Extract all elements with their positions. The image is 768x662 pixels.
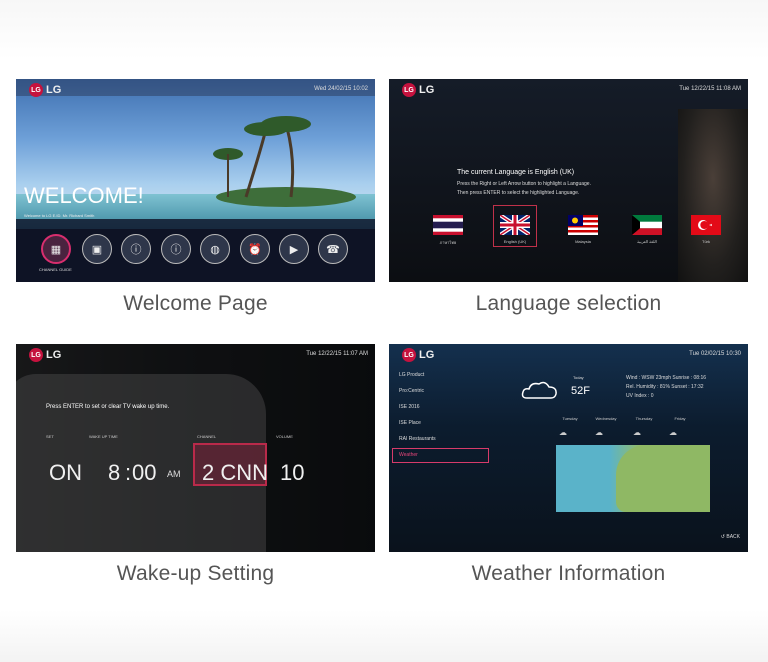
flag-thailand[interactable] — [433, 215, 463, 235]
flag-label-english: English (UK) — [503, 239, 527, 244]
forecast-day-2: Wednesday — [595, 416, 617, 421]
lg-logo-icon: LG — [402, 83, 416, 97]
flag-label-thai: ภาษาไทย — [439, 240, 457, 245]
humidity-sunset: Rel. Humidity : 81% Sunset : 17:32 — [626, 384, 704, 390]
minute-value[interactable]: 00 — [132, 460, 156, 486]
globe-icon: ◍ — [210, 243, 220, 256]
cloudy-weather-icon — [521, 381, 557, 399]
island-illustration — [213, 116, 356, 207]
media-icon: ▶ — [289, 243, 299, 256]
forecast-day-4: Friday — [674, 416, 686, 421]
flag-label-arabic: اللغة العربية — [637, 239, 657, 244]
forecast-cloud-icon-1: ☁ — [559, 428, 567, 437]
caption-weather: Weather Information — [471, 562, 666, 585]
date-time: Tue 12/22/15 11:07 AM — [306, 351, 368, 357]
am-pm-value[interactable]: AM — [167, 469, 181, 479]
lg-logo-icon: LG — [402, 348, 416, 362]
caption-wakeup: Wake-up Setting — [116, 562, 275, 585]
flag-malaysia[interactable] — [568, 215, 598, 235]
lg-logo-icon: LG — [29, 348, 43, 362]
label-channel: CHANNEL — [197, 434, 217, 439]
current-language-text: The current Language is English (UK) — [457, 169, 575, 176]
info-icon: ⓘ — [170, 244, 182, 256]
info-button-2[interactable]: ⓘ — [161, 234, 191, 264]
label-volume: VOLUME — [276, 434, 293, 439]
current-temperature: 52F — [571, 385, 590, 397]
menu-item-weather[interactable]: Weather — [399, 452, 418, 458]
forecast-cloud-icon-2: ☁ — [595, 428, 603, 437]
volume-value[interactable]: 10 — [280, 460, 304, 486]
instruction-line-2: Then press ENTER to select the highlight… — [457, 190, 580, 196]
instruction-line-1: Press the Right or Left Arrow button to … — [457, 181, 591, 187]
time-colon: : — [125, 460, 132, 485]
wakeup-instruction: Press ENTER to set or clear TV wake up t… — [46, 404, 170, 410]
flag-uk[interactable] — [500, 215, 530, 235]
language-selection-screenshot: LG LG Tue 12/22/15 11:08 AM The current … — [389, 79, 748, 282]
back-button[interactable]: ↺ BACK — [721, 534, 740, 540]
menu-item-rai-restaurants[interactable]: RAI Restaurants — [399, 436, 436, 442]
welcome-title: WELCOME! — [24, 183, 144, 208]
lg-logo: LG LG — [402, 348, 434, 362]
date-time: Tue 12/22/15 11:08 AM — [679, 86, 741, 92]
flag-label-turkish: Türk — [702, 239, 710, 244]
flag-turkey[interactable] — [691, 215, 721, 235]
phone-button[interactable]: ☎ — [318, 234, 348, 264]
forecast-cloud-icon-4: ☁ — [669, 428, 677, 437]
globe-button[interactable]: ◍ — [200, 234, 230, 264]
welcome-page-screenshot: LG LG Wed 24/02/15 10:02 WELCOME! Welcom… — [16, 79, 375, 282]
briefcase-button[interactable]: ▣ — [82, 234, 112, 264]
channel-guide-button[interactable]: ▦ — [41, 234, 71, 264]
forecast-cloud-icon-3: ☁ — [633, 428, 641, 437]
welcome-subtitle: Welcome to LG E.ID. Mr. Richard Smith — [24, 213, 95, 218]
label-set: SET — [46, 434, 54, 439]
uv-index: UV Index : 0 — [626, 393, 654, 399]
person-photo — [678, 109, 748, 282]
lg-logo-icon: LG — [29, 83, 43, 97]
menu-item-pro-centric[interactable]: Pro:Centric — [399, 388, 424, 394]
forecast-day-3: Thursday — [635, 416, 653, 421]
alarm-button[interactable]: ⏰ — [240, 234, 270, 264]
weather-information-screenshot: LG LG Tue 02/02/15 10:30 LG Product Pro:… — [389, 344, 748, 552]
label-wake-up-time: WAKE UP TIME — [89, 434, 118, 439]
lg-logo: LG LG — [402, 83, 434, 97]
phone-icon: ☎ — [326, 243, 340, 256]
date-time: Tue 02/02/15 10:30 — [689, 351, 741, 357]
flag-kuwait[interactable] — [632, 215, 662, 235]
alarm-clock-icon: ⏰ — [248, 243, 262, 256]
info-button[interactable]: ⓘ — [121, 234, 151, 264]
channel-value[interactable]: 2 CNN — [202, 460, 268, 486]
weather-map[interactable] — [556, 445, 710, 512]
menu-item-lg-product[interactable]: LG Product — [399, 372, 424, 378]
caption-welcome: Welcome Page — [123, 292, 268, 315]
wind-sunrise: Wind : WSW 23mph Sunrise : 08:16 — [626, 375, 707, 381]
date-time: Wed 24/02/15 10:02 — [314, 86, 368, 92]
wakeup-setting-screenshot: LG LG Tue 12/22/15 11:07 AM Press ENTER … — [16, 344, 375, 552]
active-icon-label: CHANNEL GUIDE — [39, 267, 72, 272]
set-value[interactable]: ON — [49, 460, 82, 486]
hour-value[interactable]: 8 — [108, 460, 120, 486]
info-icon: ⓘ — [130, 244, 142, 256]
lg-logo: LG LG — [29, 348, 61, 362]
menu-item-ise-place[interactable]: ISE Place — [399, 420, 421, 426]
channel-guide-icon: ▦ — [50, 243, 62, 256]
map-land — [616, 445, 710, 512]
media-button[interactable]: ▶ — [279, 234, 309, 264]
menu-item-ise-2016[interactable]: ISE 2016 — [399, 404, 420, 410]
today-label: Today — [573, 375, 584, 380]
forecast-day-1: Tuesday — [562, 416, 578, 421]
briefcase-icon: ▣ — [91, 243, 103, 256]
lg-logo: LG LG — [29, 83, 61, 97]
flag-label-malaysia: Malaysia — [575, 239, 591, 244]
caption-language: Language selection — [475, 292, 662, 315]
